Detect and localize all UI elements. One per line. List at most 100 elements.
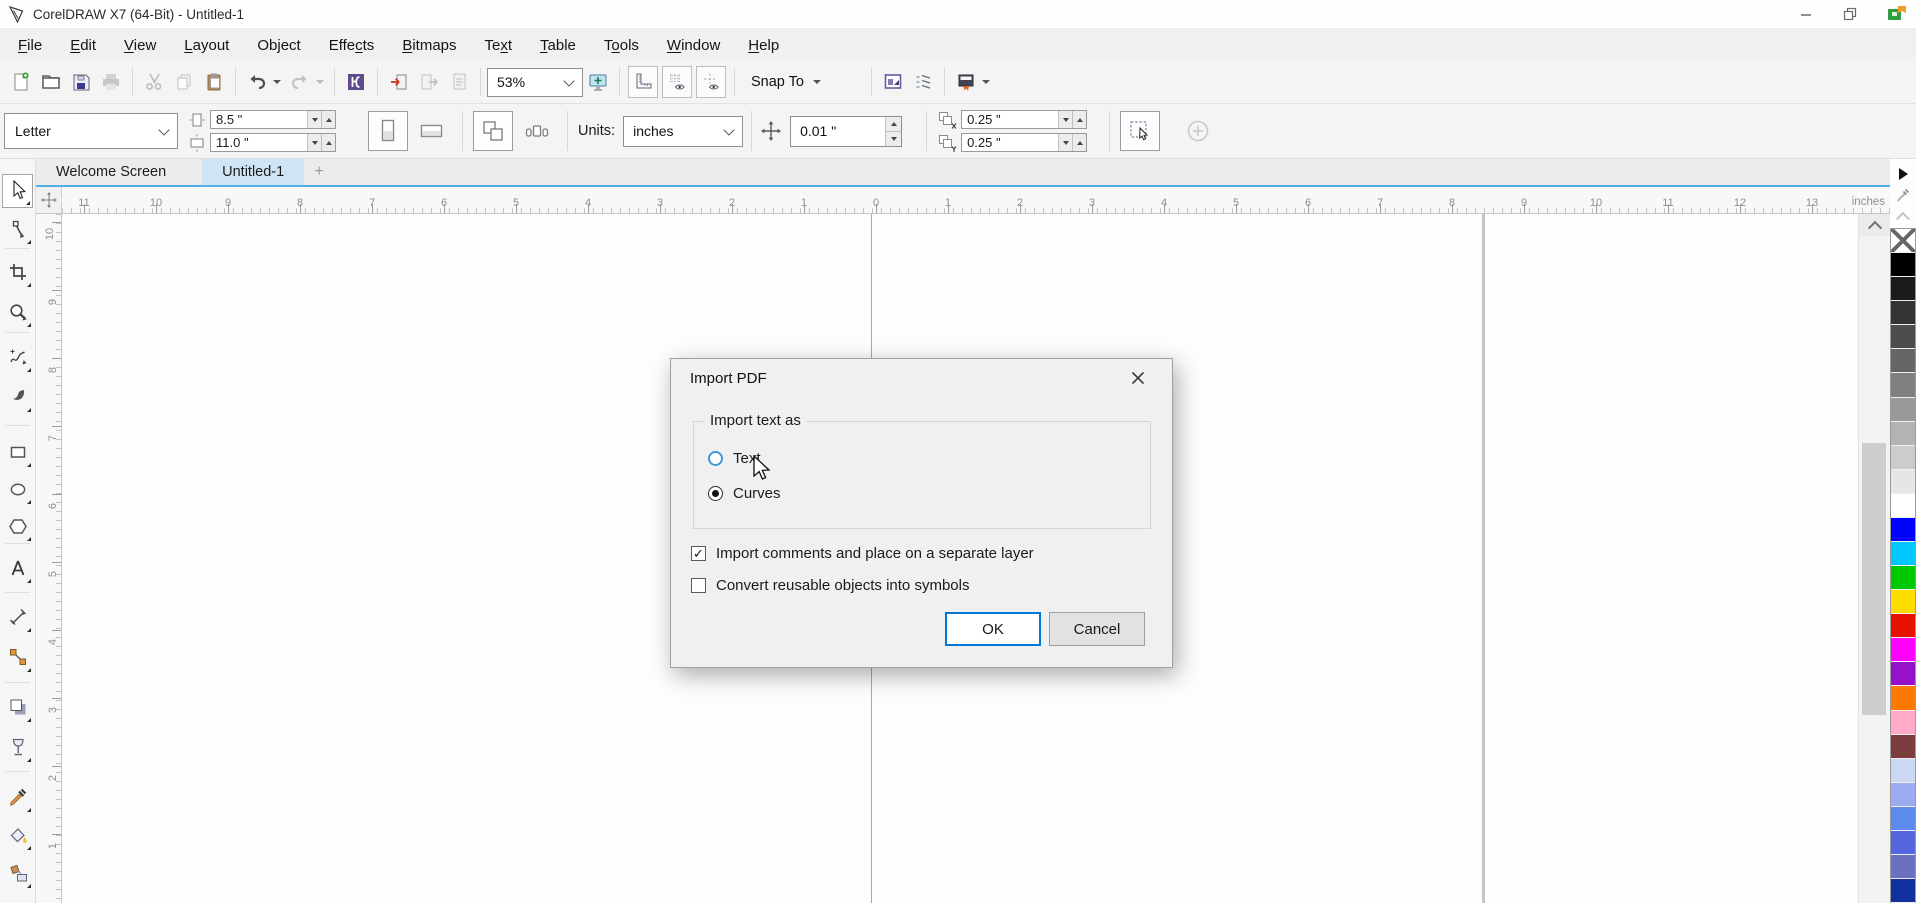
undo-dropdown-icon[interactable] <box>273 80 281 84</box>
color-swatch[interactable] <box>1891 398 1915 422</box>
fullscreen-preview-icon[interactable] <box>583 65 613 99</box>
welcome-screen-toggle-icon[interactable] <box>951 65 981 99</box>
color-swatch[interactable] <box>1891 325 1915 349</box>
pick-tool-icon[interactable] <box>2 174 33 208</box>
duplicate-x-input[interactable]: 0.25 " <box>961 110 1087 129</box>
decrement-icon[interactable] <box>885 131 901 146</box>
artistic-media-tool-icon[interactable] <box>2 380 33 414</box>
increment-icon[interactable] <box>1072 134 1086 151</box>
open-icon[interactable] <box>36 65 66 99</box>
checkbox-icon[interactable] <box>691 578 706 593</box>
decrement-icon[interactable] <box>307 134 321 151</box>
menu-table[interactable]: Table <box>526 37 590 54</box>
tab-untitled-1[interactable]: Untitled-1 <box>202 159 304 185</box>
decrement-icon[interactable] <box>1058 111 1072 128</box>
menu-bitmaps[interactable]: Bitmaps <box>388 37 470 54</box>
scrollbar-thumb[interactable] <box>1862 443 1886 715</box>
menu-edit[interactable]: Edit <box>56 37 110 54</box>
color-swatch[interactable] <box>1891 879 1915 903</box>
menu-help[interactable]: Help <box>734 37 793 54</box>
ruler-origin[interactable] <box>36 187 62 214</box>
zoom-tool-icon[interactable] <box>2 295 33 329</box>
page-size-select[interactable]: Letter <box>4 113 178 149</box>
application-launcher-icon[interactable] <box>878 65 908 99</box>
color-swatch[interactable] <box>1891 735 1915 759</box>
all-pages-button[interactable] <box>473 111 513 151</box>
increment-icon[interactable] <box>321 111 335 128</box>
current-page-button[interactable] <box>517 111 557 151</box>
show-guidelines-icon[interactable] <box>696 66 726 98</box>
menu-tools[interactable]: Tools <box>590 37 653 54</box>
swatch-none[interactable] <box>1891 229 1915 253</box>
color-swatch[interactable] <box>1891 831 1915 855</box>
color-swatch[interactable] <box>1891 422 1915 446</box>
import-icon[interactable] <box>384 65 414 99</box>
units-select[interactable]: inches <box>623 116 743 147</box>
menu-window[interactable]: Window <box>653 37 734 54</box>
snap-to-button[interactable]: Snap To <box>741 74 829 90</box>
save-icon[interactable] <box>66 65 96 99</box>
restore-icon[interactable] <box>1828 0 1872 28</box>
color-swatch[interactable] <box>1891 301 1915 325</box>
interactive-fill-tool-icon[interactable] <box>2 818 33 852</box>
minimize-icon[interactable] <box>1784 0 1828 28</box>
undo-icon[interactable] <box>242 65 272 99</box>
radio-icon[interactable] <box>708 451 723 466</box>
drop-shadow-tool-icon[interactable] <box>2 690 33 724</box>
new-tab-button[interactable]: + <box>304 159 334 185</box>
zoom-level-select[interactable]: 53% <box>487 68 583 97</box>
color-swatch[interactable] <box>1891 253 1915 277</box>
decrement-icon[interactable] <box>1058 134 1072 151</box>
chevron-down-icon[interactable] <box>982 80 990 84</box>
cancel-button[interactable]: Cancel <box>1049 612 1145 646</box>
page-width-input[interactable]: 8.5 " <box>210 110 336 129</box>
palette-flyout-icon[interactable] <box>1890 163 1916 184</box>
vertical-scrollbar[interactable] <box>1858 214 1890 903</box>
color-swatch[interactable] <box>1891 807 1915 831</box>
transparency-tool-icon[interactable] <box>2 730 33 764</box>
palette-eyedropper-icon[interactable] <box>1890 184 1916 205</box>
page-height-input[interactable]: 11.0 " <box>210 133 336 152</box>
smart-fill-tool-icon[interactable] <box>2 856 33 890</box>
straight-line-connector-tool-icon[interactable] <box>2 640 33 674</box>
color-swatch[interactable] <box>1891 759 1915 783</box>
import-comments-option[interactable]: ✓ Import comments and place on a separat… <box>691 545 1034 562</box>
tab-welcome-screen[interactable]: Welcome Screen <box>36 159 186 185</box>
new-document-icon[interactable] <box>6 65 36 99</box>
color-swatch[interactable] <box>1891 373 1915 397</box>
increment-icon[interactable] <box>885 117 901 131</box>
color-swatch[interactable] <box>1891 711 1915 735</box>
increment-icon[interactable] <box>321 134 335 151</box>
landscape-button[interactable] <box>412 111 452 151</box>
color-swatch[interactable] <box>1891 590 1915 614</box>
account-icon[interactable] <box>1886 3 1908 25</box>
redo-icon[interactable] <box>285 65 315 99</box>
palette-scroll-up-icon[interactable] <box>1890 205 1916 226</box>
shape-tool-icon[interactable] <box>2 212 33 246</box>
color-swatch[interactable] <box>1891 614 1915 638</box>
menu-text[interactable]: Text <box>471 37 527 54</box>
color-swatch[interactable] <box>1891 542 1915 566</box>
print-icon[interactable] <box>96 65 126 99</box>
convert-objects-option[interactable]: Convert reusable objects into symbols <box>691 577 969 594</box>
polygon-tool-icon[interactable] <box>2 509 33 543</box>
menu-view[interactable]: View <box>110 37 170 54</box>
color-swatch[interactable] <box>1891 470 1915 494</box>
ok-button[interactable]: OK <box>945 612 1041 646</box>
redo-dropdown-icon[interactable] <box>316 80 324 84</box>
paste-icon[interactable] <box>199 65 229 99</box>
color-swatch[interactable] <box>1891 566 1915 590</box>
vertical-ruler[interactable]: 10987654321 <box>36 214 62 903</box>
parallel-dimension-tool-icon[interactable] <box>2 600 33 634</box>
freehand-tool-icon[interactable] <box>2 340 33 374</box>
portrait-button[interactable] <box>368 111 408 151</box>
publish-pdf-icon[interactable] <box>444 65 474 99</box>
show-grid-icon[interactable] <box>662 66 692 98</box>
cut-icon[interactable] <box>139 65 169 99</box>
copy-icon[interactable] <box>169 65 199 99</box>
checkbox-icon[interactable]: ✓ <box>691 546 706 561</box>
ellipse-tool-icon[interactable] <box>2 472 33 506</box>
dialog-close-icon[interactable] <box>1123 363 1153 393</box>
color-swatch[interactable] <box>1891 518 1915 542</box>
duplicate-y-input[interactable]: 0.25 " <box>961 133 1087 152</box>
